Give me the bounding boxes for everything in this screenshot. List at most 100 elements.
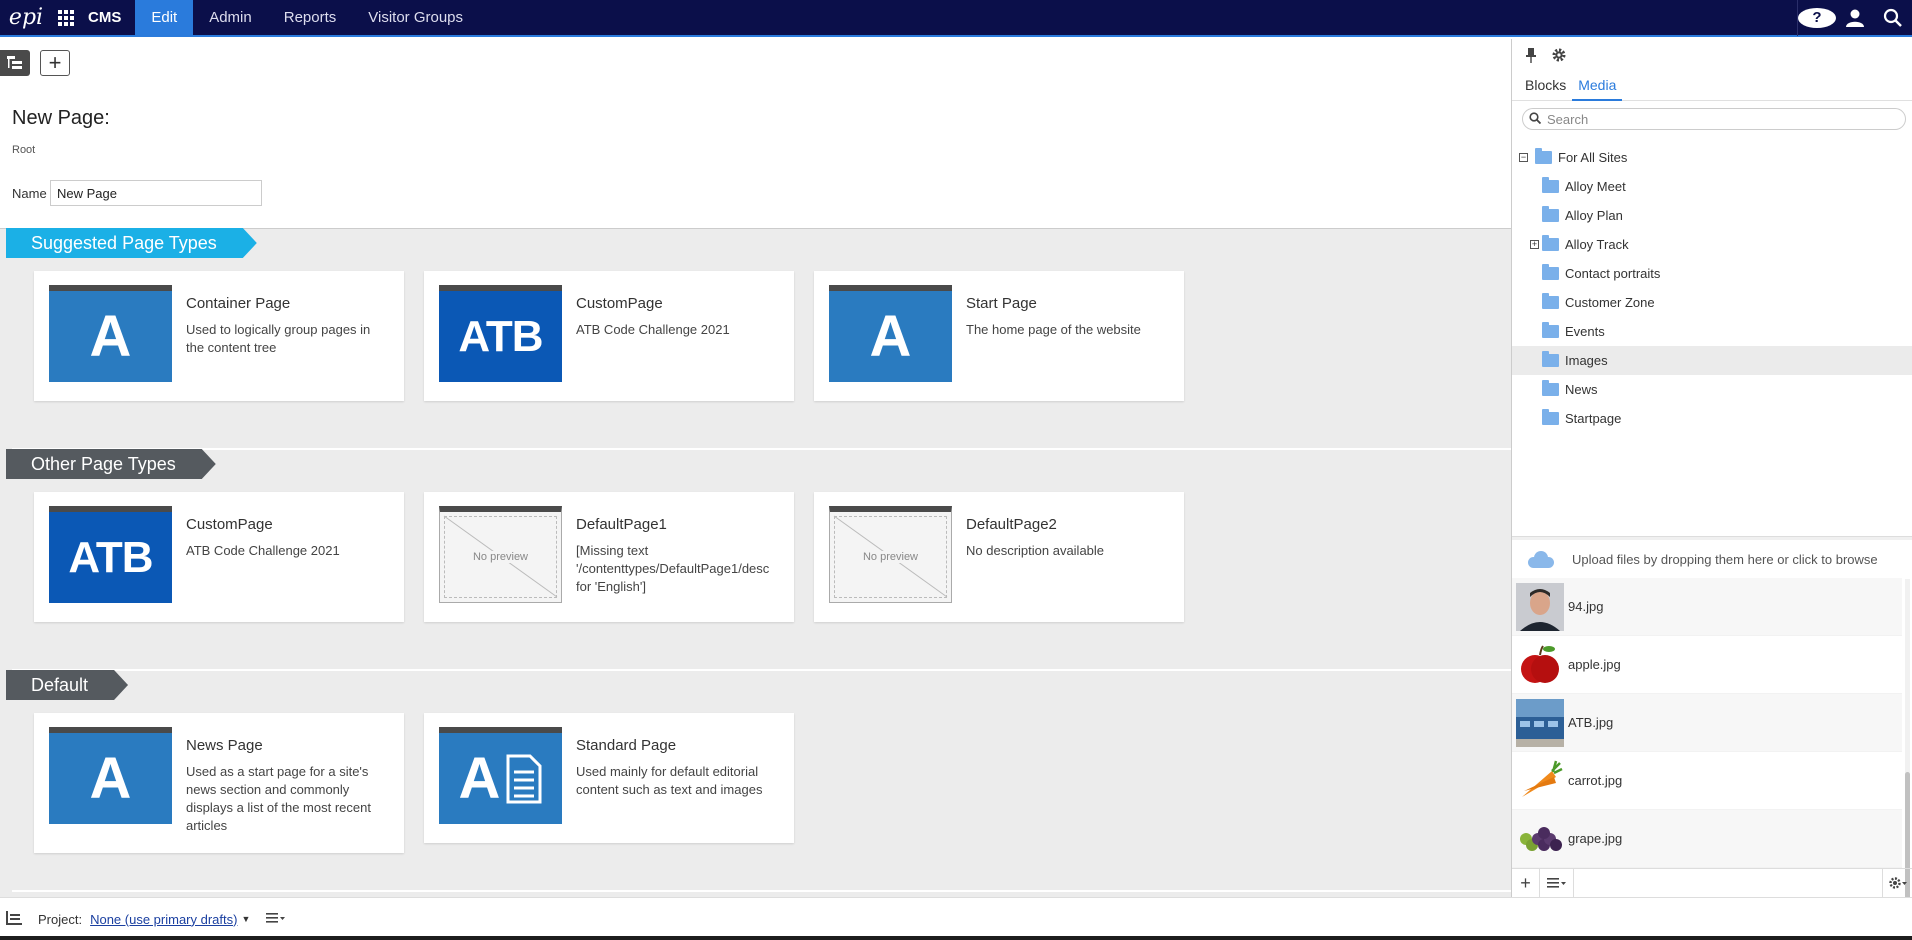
tree-node-events[interactable]: Events bbox=[1512, 317, 1912, 346]
upload-text: Upload files by dropping them here or cl… bbox=[1572, 551, 1878, 567]
page-type-title: CustomPage bbox=[186, 516, 273, 533]
section-title-other: Other Page Types bbox=[6, 449, 216, 479]
media-item[interactable]: carrot.jpg bbox=[1512, 752, 1902, 810]
chevron-down-icon[interactable]: ▼ bbox=[241, 914, 250, 924]
tree-node-contact-portraits[interactable]: Contact portraits bbox=[1512, 259, 1912, 288]
page-type-title: Start Page bbox=[966, 295, 1037, 312]
page-type-description: [Missing text '/contenttypes/DefaultPage… bbox=[576, 543, 770, 594]
page-type-title: DefaultPage1 bbox=[576, 516, 667, 533]
page-type-card[interactable]: A Standard Page Used mainly for default … bbox=[424, 713, 794, 843]
building-thumbnail bbox=[1516, 698, 1564, 747]
media-item[interactable]: grape.jpg bbox=[1512, 810, 1902, 868]
search-icon[interactable] bbox=[1874, 0, 1912, 36]
project-label: Project: bbox=[38, 911, 83, 927]
help-icon[interactable]: ? bbox=[1798, 0, 1836, 36]
page-type-card[interactable]: No preview DefaultPage2 No description a… bbox=[814, 492, 1184, 622]
media-item[interactable]: apple.jpg bbox=[1512, 636, 1902, 694]
epi-logo[interactable]: epi bbox=[0, 0, 52, 36]
media-file-name: grape.jpg bbox=[1568, 831, 1623, 846]
media-item[interactable]: 94.jpg bbox=[1512, 578, 1902, 636]
nav-tab-reports[interactable]: Reports bbox=[268, 0, 353, 36]
folder-icon bbox=[1542, 351, 1559, 367]
assets-pane: Blocks Media Search − For All Sites Allo… bbox=[1511, 39, 1912, 904]
add-media-button[interactable]: + bbox=[1512, 868, 1540, 898]
toggle-navigation-pane-button[interactable] bbox=[0, 50, 30, 76]
folder-icon bbox=[1542, 380, 1559, 396]
media-search-input[interactable]: Search bbox=[1522, 108, 1906, 130]
folder-icon bbox=[1542, 293, 1559, 309]
pin-icon[interactable] bbox=[1520, 44, 1542, 66]
page-type-card[interactable]: ATB CustomPage ATB Code Challenge 2021 bbox=[34, 492, 404, 622]
cloud-upload-icon bbox=[1528, 551, 1556, 568]
page-type-card[interactable]: A Start Page The home page of the websit… bbox=[814, 271, 1184, 401]
grape-thumbnail bbox=[1516, 815, 1564, 863]
user-icon[interactable] bbox=[1836, 0, 1874, 36]
pane-tabs: Blocks Media bbox=[1512, 71, 1912, 101]
media-file-name: 94.jpg bbox=[1568, 599, 1604, 614]
settings-gear-icon[interactable] bbox=[1548, 44, 1570, 66]
page-type-description: The home page of the website bbox=[966, 322, 1141, 337]
project-items-icon[interactable] bbox=[6, 910, 30, 928]
no-preview-thumbnail: No preview bbox=[439, 506, 562, 603]
nav-tab-edit[interactable]: Edit bbox=[135, 0, 194, 36]
nav-tab-admin[interactable]: Admin bbox=[193, 0, 268, 36]
tree-node-startpage[interactable]: Startpage bbox=[1512, 404, 1912, 433]
page-type-description: ATB Code Challenge 2021 bbox=[576, 322, 730, 337]
tree-node-images[interactable]: Images bbox=[1512, 346, 1912, 375]
app-switcher-icon[interactable] bbox=[52, 0, 80, 36]
page-type-description: Used to logically group pages in the con… bbox=[186, 322, 371, 355]
folder-icon bbox=[1542, 235, 1559, 251]
upload-dropzone[interactable]: Upload files by dropping them here or cl… bbox=[1512, 540, 1912, 578]
folder-icon bbox=[1542, 322, 1559, 338]
collapse-icon[interactable]: − bbox=[1519, 153, 1528, 162]
page-type-title: DefaultPage2 bbox=[966, 516, 1057, 533]
tree-node-for-all-sites[interactable]: − For All Sites bbox=[1512, 143, 1912, 172]
media-list-scrollbar[interactable] bbox=[1905, 579, 1910, 904]
standard-page-thumbnail: A bbox=[439, 727, 562, 824]
page-type-title: CustomPage bbox=[576, 295, 663, 312]
media-settings-icon[interactable] bbox=[1882, 868, 1912, 898]
page-type-card[interactable]: No preview DefaultPage1 [Missing text '/… bbox=[424, 492, 794, 622]
page-type-description: Used mainly for default editorial conten… bbox=[576, 764, 763, 797]
tree-node-label: Images bbox=[1565, 353, 1608, 368]
page-type-title: Standard Page bbox=[576, 737, 677, 754]
project-options-icon[interactable] bbox=[266, 912, 286, 927]
nav-tab-visitor-groups[interactable]: Visitor Groups bbox=[352, 0, 479, 36]
tree-node-news[interactable]: News bbox=[1512, 375, 1912, 404]
tab-blocks[interactable]: Blocks bbox=[1519, 71, 1572, 101]
tree-node-label: Alloy Meet bbox=[1565, 179, 1626, 194]
tree-node-alloy-track[interactable]: + Alloy Track bbox=[1512, 230, 1912, 259]
breadcrumb[interactable]: Root bbox=[12, 144, 35, 156]
list-view-options-icon[interactable] bbox=[1540, 868, 1574, 898]
tree-node-alloy-plan[interactable]: Alloy Plan bbox=[1512, 201, 1912, 230]
media-folder-tree: − For All Sites Alloy Meet Alloy Plan + … bbox=[1512, 143, 1912, 433]
project-bar: Project: None (use primary drafts) ▼ bbox=[0, 897, 1912, 940]
tree-node-label: Events bbox=[1565, 324, 1605, 339]
tree-node-customer-zone[interactable]: Customer Zone bbox=[1512, 288, 1912, 317]
folder-icon bbox=[1542, 206, 1559, 222]
add-content-button[interactable]: + bbox=[40, 50, 70, 76]
page-type-card[interactable]: A Container Page Used to logically group… bbox=[34, 271, 404, 401]
tree-node-label: Contact portraits bbox=[1565, 266, 1661, 281]
page-title: New Page: bbox=[12, 107, 110, 129]
expand-icon[interactable]: + bbox=[1530, 240, 1539, 249]
media-file-name: apple.jpg bbox=[1568, 657, 1621, 672]
folder-icon bbox=[1542, 409, 1559, 425]
page-name-input[interactable] bbox=[50, 180, 262, 206]
page-type-thumbnail: ATB bbox=[439, 285, 562, 382]
page-type-thumbnail: ATB bbox=[49, 506, 172, 603]
tree-node-label: For All Sites bbox=[1558, 150, 1628, 165]
help-glyph: ? bbox=[1798, 7, 1836, 28]
media-item[interactable]: ATB.jpg bbox=[1512, 694, 1902, 752]
search-icon bbox=[1529, 111, 1547, 127]
project-selector[interactable]: None (use primary drafts) bbox=[90, 912, 237, 927]
carrot-thumbnail bbox=[1516, 757, 1564, 805]
no-preview-thumbnail: No preview bbox=[829, 506, 952, 603]
media-file-name: carrot.jpg bbox=[1568, 773, 1623, 788]
page-type-thumbnail: A bbox=[49, 727, 172, 824]
page-type-card[interactable]: ATB CustomPage ATB Code Challenge 2021 bbox=[424, 271, 794, 401]
name-label: Name bbox=[12, 186, 47, 201]
tree-node-alloy-meet[interactable]: Alloy Meet bbox=[1512, 172, 1912, 201]
page-type-card[interactable]: A News Page Used as a start page for a s… bbox=[34, 713, 404, 853]
tab-media[interactable]: Media bbox=[1572, 71, 1623, 101]
